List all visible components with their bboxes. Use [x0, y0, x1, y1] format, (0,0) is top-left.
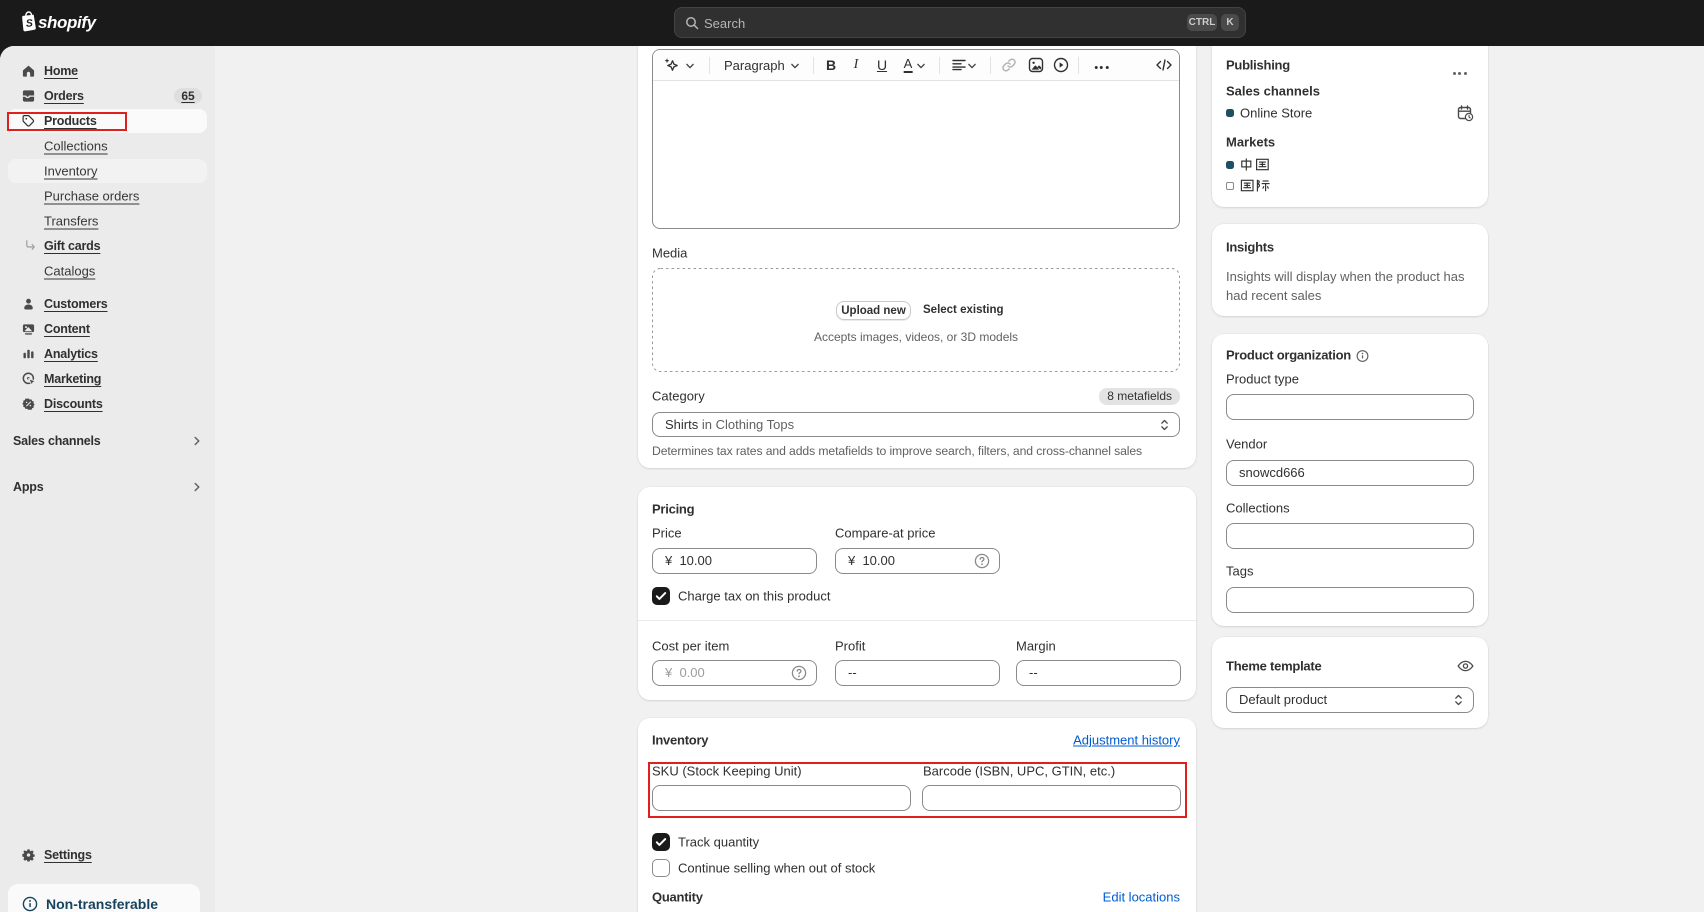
svg-text:S: S	[25, 17, 33, 30]
